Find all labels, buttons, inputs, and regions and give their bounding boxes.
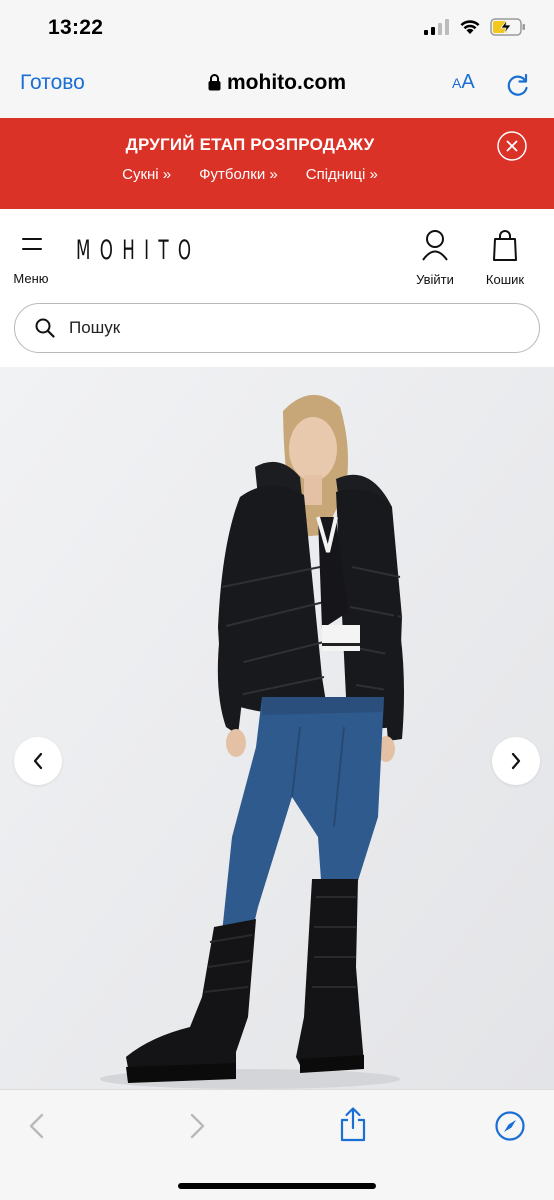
status-bar: 13:22 bbox=[0, 0, 554, 58]
home-indicator bbox=[178, 1183, 376, 1189]
reload-icon[interactable] bbox=[505, 72, 531, 98]
back-arrow-icon[interactable] bbox=[26, 1112, 48, 1140]
close-icon[interactable] bbox=[497, 131, 527, 161]
menu-label[interactable]: Меню bbox=[0, 271, 62, 286]
browser-toolbar bbox=[0, 1089, 554, 1200]
product-photo bbox=[0, 367, 554, 1089]
shopping-bag-icon bbox=[493, 230, 517, 261]
carousel-next-button[interactable] bbox=[492, 737, 540, 785]
text-size-button[interactable]: AA bbox=[452, 71, 475, 94]
hamburger-icon bbox=[22, 238, 42, 250]
chevron-right-icon bbox=[511, 752, 521, 770]
promo-link-skirts[interactable]: Спідниці » bbox=[306, 166, 378, 183]
url-text: mohito.com bbox=[227, 71, 346, 94]
lock-icon bbox=[208, 74, 221, 91]
mohito-logo[interactable]: MOHITO bbox=[76, 235, 200, 266]
promo-banner[interactable]: ДРУГИЙ ЕТАП РОЗПРОДАЖУ Сукні » Футболки … bbox=[0, 118, 554, 209]
user-icon bbox=[422, 230, 448, 261]
signal-icon bbox=[424, 19, 449, 35]
compass-icon[interactable] bbox=[494, 1110, 526, 1142]
forward-arrow-icon[interactable] bbox=[186, 1112, 208, 1140]
browser-top-bar: Готово mohito.com AA bbox=[0, 58, 554, 118]
promo-links: Сукні » Футболки » Спідниці » bbox=[0, 166, 500, 183]
wifi-icon bbox=[460, 20, 480, 34]
search-bar[interactable] bbox=[14, 303, 540, 353]
status-icons bbox=[424, 18, 526, 36]
login-label: Увійти bbox=[416, 272, 454, 287]
carousel-prev-button[interactable] bbox=[14, 737, 62, 785]
search-input[interactable] bbox=[69, 312, 509, 344]
share-icon[interactable] bbox=[338, 1106, 368, 1142]
site-header: Меню MOHITO Увійти Кошик bbox=[0, 209, 554, 304]
login-button[interactable]: Увійти bbox=[408, 229, 462, 287]
search-icon bbox=[35, 318, 55, 338]
text-size-small-a: A bbox=[452, 75, 462, 91]
text-size-large-a: A bbox=[461, 71, 475, 93]
promo-link-dresses[interactable]: Сукні » bbox=[122, 166, 171, 183]
cart-label: Кошик bbox=[485, 272, 525, 287]
promo-link-tshirts[interactable]: Футболки » bbox=[199, 166, 278, 183]
cart-button[interactable]: Кошик bbox=[480, 229, 530, 287]
battery-charging-icon bbox=[490, 18, 525, 36]
menu-button[interactable] bbox=[12, 237, 52, 256]
chevron-left-icon bbox=[33, 752, 43, 770]
status-time: 13:22 bbox=[48, 16, 104, 39]
product-image-carousel[interactable] bbox=[0, 367, 554, 1089]
promo-title: ДРУГИЙ ЕТАП РОЗПРОДАЖУ bbox=[125, 135, 375, 154]
